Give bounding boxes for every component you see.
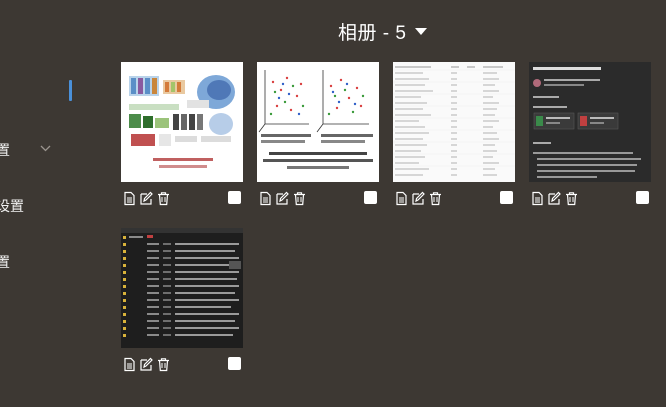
sidebar-item-settings-2[interactable]: 设置: [0, 196, 24, 216]
caret-down-icon[interactable]: [415, 28, 428, 35]
photo-card: [121, 62, 243, 206]
document-icon[interactable]: [394, 191, 409, 206]
document-icon[interactable]: [122, 191, 137, 206]
sidebar-item-label: 设置: [0, 198, 24, 214]
document-icon[interactable]: [258, 191, 273, 206]
select-checkbox[interactable]: [228, 357, 241, 370]
select-checkbox[interactable]: [636, 191, 649, 204]
trash-icon[interactable]: [428, 191, 443, 206]
photo-thumbnail[interactable]: [257, 62, 379, 182]
document-icon[interactable]: [530, 191, 545, 206]
sidebar-item-label: 置: [0, 142, 10, 158]
album-header[interactable]: 相册 - 5: [338, 18, 428, 45]
edit-icon[interactable]: [139, 191, 154, 206]
edit-icon[interactable]: [139, 357, 154, 372]
photo-card: [257, 62, 379, 206]
trash-icon[interactable]: [292, 191, 307, 206]
album-title: 相册 - 5: [338, 23, 407, 44]
photo-actions: [394, 191, 443, 206]
document-icon[interactable]: [122, 357, 137, 372]
photo-thumbnail[interactable]: [121, 62, 243, 182]
chevron-down-icon[interactable]: [40, 139, 51, 157]
photo-actions: [122, 357, 171, 372]
trash-icon[interactable]: [156, 357, 171, 372]
sidebar-item-settings-3[interactable]: 置: [0, 252, 10, 272]
photo-card: [529, 62, 651, 206]
photo-thumbnail[interactable]: [393, 62, 515, 182]
photo-thumbnail[interactable]: [529, 62, 651, 182]
select-checkbox[interactable]: [228, 191, 241, 204]
select-checkbox[interactable]: [364, 191, 377, 204]
sidebar-item-settings-1[interactable]: 置: [0, 140, 10, 160]
active-indicator: [69, 80, 72, 101]
photo-card: [393, 62, 515, 206]
select-checkbox[interactable]: [500, 191, 513, 204]
photo-thumbnail[interactable]: [121, 228, 243, 348]
photo-actions: [258, 191, 307, 206]
trash-icon[interactable]: [156, 191, 171, 206]
photo-actions: [122, 191, 171, 206]
edit-icon[interactable]: [411, 191, 426, 206]
edit-icon[interactable]: [275, 191, 290, 206]
edit-icon[interactable]: [547, 191, 562, 206]
sidebar-item-label: 置: [0, 254, 10, 270]
photo-card: [121, 228, 243, 372]
photo-actions: [530, 191, 579, 206]
sidebar: 置 设置 置: [0, 0, 80, 407]
trash-icon[interactable]: [564, 191, 579, 206]
